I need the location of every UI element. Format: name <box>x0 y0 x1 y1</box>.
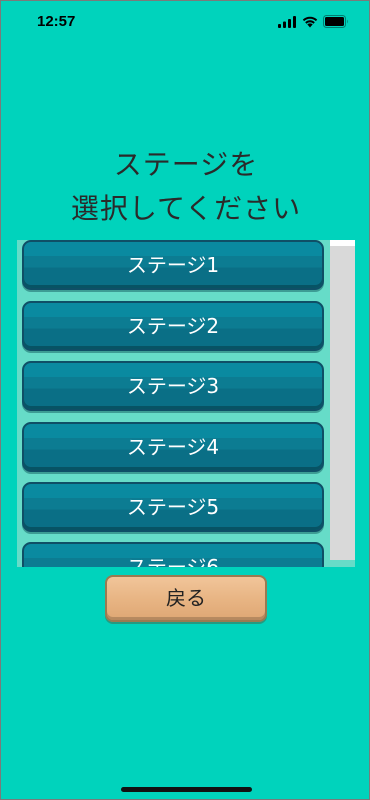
stage-6-button[interactable]: ステージ6 <box>22 542 324 567</box>
stage-5-button[interactable]: ステージ5 <box>22 482 324 532</box>
title-line-1: ステージを <box>113 148 259 181</box>
page-title: ステージを 選択してください <box>1 143 370 231</box>
title-line-2: 選択してください <box>70 192 302 225</box>
wifi-icon <box>302 16 318 28</box>
battery-icon <box>323 15 348 28</box>
back-button[interactable]: 戻る <box>105 575 267 622</box>
scrollbar[interactable] <box>330 240 355 560</box>
cellular-signal-icon <box>278 16 296 28</box>
stage-4-button[interactable]: ステージ4 <box>22 422 324 472</box>
status-bar: 12:57 <box>1 1 370 45</box>
stage-list[interactable]: ステージ1 ステージ2 ステージ3 ステージ4 ステージ5 ステージ6 <box>17 240 355 567</box>
stage-2-button[interactable]: ステージ2 <box>22 301 324 351</box>
stage-1-button[interactable]: ステージ1 <box>22 240 324 290</box>
status-time: 12:57 <box>37 13 76 30</box>
home-indicator[interactable] <box>121 787 252 792</box>
stage-3-button[interactable]: ステージ3 <box>22 361 324 411</box>
